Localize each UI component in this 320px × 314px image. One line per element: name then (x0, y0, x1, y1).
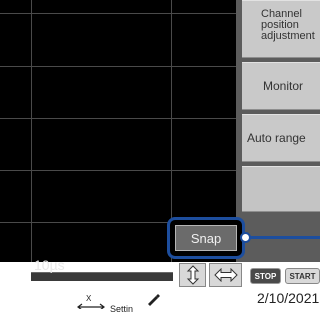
vertical-move-button[interactable] (179, 263, 206, 287)
auto-range-button-label: Auto range (247, 131, 306, 145)
snap-callout-dot (240, 232, 251, 243)
snap-highlight: Snap (167, 217, 245, 259)
snap-callout-line (245, 236, 320, 239)
axis-icon-label: X (86, 294, 92, 303)
horizontal-move-button[interactable] (209, 263, 242, 287)
channel-position-line-3: adjustment (261, 30, 315, 42)
monitor-button[interactable]: Monitor (242, 62, 320, 110)
time-div-label: 10µs (34, 257, 65, 273)
blank-function-button[interactable] (242, 166, 320, 212)
arrow-up-down-icon (186, 265, 199, 285)
axis-icon[interactable]: X (76, 294, 106, 309)
start-button[interactable]: START (285, 268, 320, 284)
snap-button[interactable]: Snap (175, 225, 237, 251)
side-button-panel: Channel position adjustment Monitor Auto… (236, 0, 320, 262)
stop-button[interactable]: STOP (250, 268, 281, 284)
channel-position-adjustment-button[interactable]: Channel position adjustment (242, 0, 320, 58)
arrow-left-right-icon (213, 268, 238, 282)
monitor-button-label: Monitor (263, 79, 304, 93)
settings-label[interactable]: Settin (110, 304, 133, 314)
horizontal-scrollbar[interactable] (31, 272, 173, 281)
pen-icon[interactable] (145, 291, 161, 307)
auto-range-button[interactable]: Auto range (242, 114, 320, 162)
date-label: 2/10/2021 (257, 290, 320, 306)
